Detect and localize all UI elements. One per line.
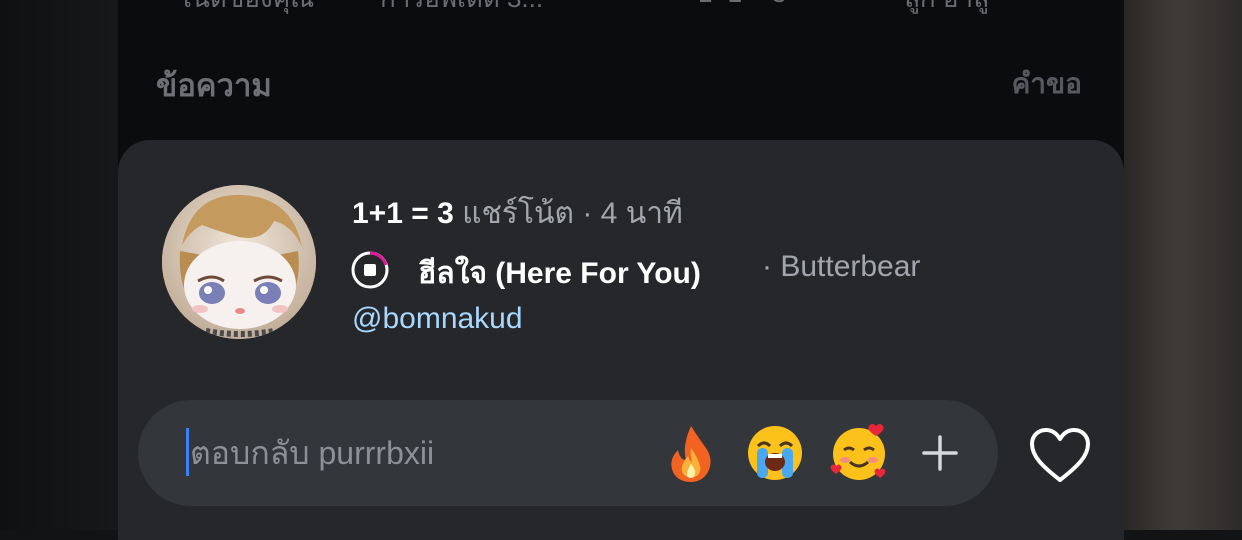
track-artist: · Butterbear [762,250,921,283]
smiling-face-with-hearts-emoji-icon[interactable] [828,422,890,484]
fire-emoji-icon[interactable] [660,422,722,484]
mention-link[interactable]: @bomnakud [352,302,523,336]
background-left [0,0,118,530]
messages-screen: โน้ตของคุณ การอัพเดต 3... 1+1 = 3 ลูกิ อ… [118,0,1124,540]
messages-heading: ข้อความ [156,68,272,103]
heart-outline-icon[interactable] [1028,426,1092,484]
note-tab-other[interactable]: ลูกิ อาลู [904,0,989,19]
loudly-crying-emoji-icon[interactable] [744,422,806,484]
note-tab-updates[interactable]: การอัพเดต 3... [380,0,543,19]
note-tab-1plus1[interactable]: 1+1 = 3 [698,0,786,9]
note-header: 1+1 = 3 แชร์โน้ต · 4 นาที [352,190,683,237]
notes-tray: โน้ตของคุณ การอัพเดต 3... 1+1 = 3 ลูกิ อ… [118,0,1124,14]
reply-input[interactable] [190,418,630,488]
note-reply-sheet: 1+1 = 3 แชร์โน้ต · 4 นาที ฮีลใจ (Here Fo… [118,140,1124,540]
note-author: 1+1 = 3 [352,197,454,230]
text-caret [186,428,189,476]
reply-bar [138,400,998,506]
track-title: ฮีลใจ (Here For You) [418,257,701,290]
note-tab-yours[interactable]: โน้ตของคุณ [178,0,314,19]
background-right [1124,0,1242,530]
avatar[interactable] [162,185,316,339]
plus-icon[interactable] [920,433,960,473]
requests-link[interactable]: คำขอ [1012,62,1082,106]
stop-circle-icon[interactable] [350,250,390,290]
plush-doll-avatar-image [162,185,316,339]
note-meta: แชร์โน้ต · 4 นาที [462,197,683,230]
